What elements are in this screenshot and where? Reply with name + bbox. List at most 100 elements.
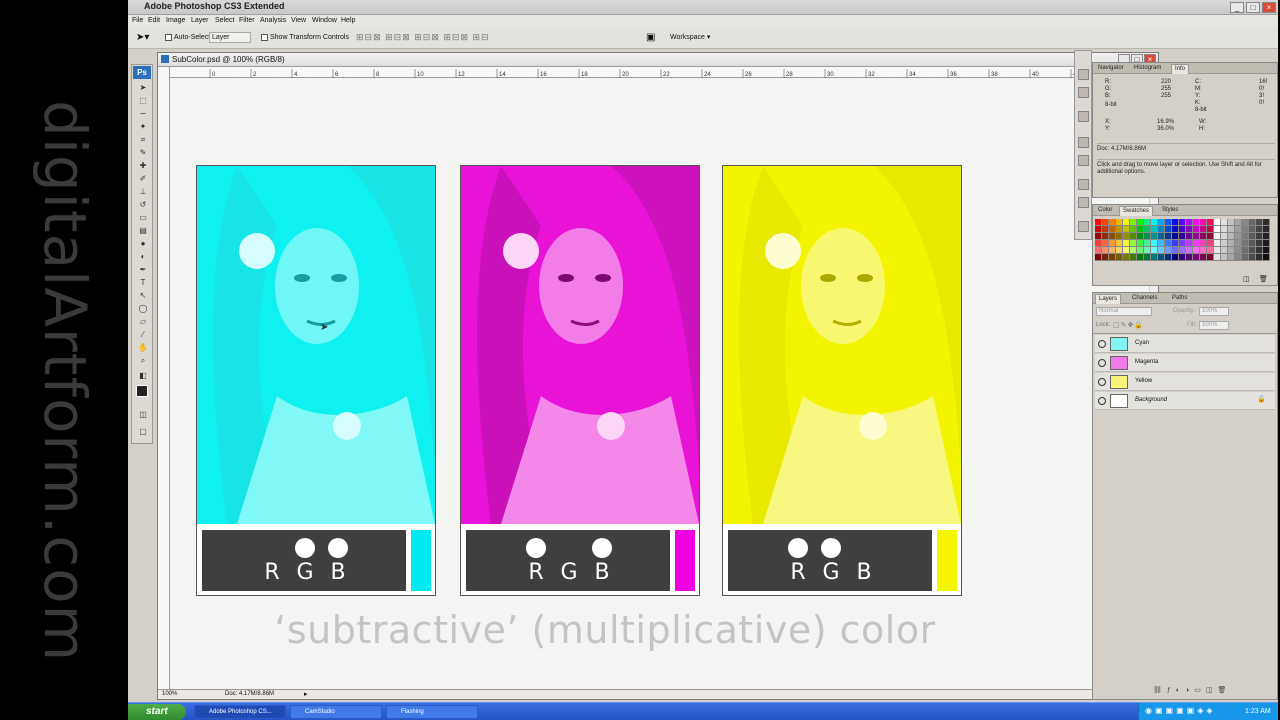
color-swatch[interactable] xyxy=(1109,247,1116,254)
color-swatch[interactable] xyxy=(1214,240,1221,247)
menu-edit[interactable]: Edit xyxy=(148,17,160,24)
color-swatch[interactable] xyxy=(1228,240,1235,247)
fill-field[interactable]: 100% xyxy=(1199,321,1229,330)
color-swatch[interactable] xyxy=(1102,254,1109,261)
color-swatch[interactable] xyxy=(1165,240,1172,247)
color-swatch[interactable] xyxy=(1200,233,1207,240)
visibility-eye-icon[interactable] xyxy=(1098,397,1106,405)
visibility-eye-icon[interactable] xyxy=(1098,359,1106,367)
color-swatch[interactable] xyxy=(1144,240,1151,247)
color-swatch[interactable] xyxy=(1151,219,1158,226)
color-swatch[interactable] xyxy=(1228,219,1235,226)
tray-icons[interactable]: ◉▣▣▣▣◈◈ xyxy=(1145,706,1216,715)
eyedropper-tool-icon[interactable]: ⁄ xyxy=(136,330,150,340)
hand-tool-icon[interactable]: ✋ xyxy=(136,343,150,353)
color-swatch[interactable] xyxy=(1256,240,1263,247)
visibility-eye-icon[interactable] xyxy=(1098,378,1106,386)
color-swatch[interactable] xyxy=(1221,233,1228,240)
color-swatch[interactable] xyxy=(1249,233,1256,240)
lasso-tool-icon[interactable]: ∽ xyxy=(136,109,150,119)
color-swatch[interactable] xyxy=(1165,226,1172,233)
color-swatch[interactable] xyxy=(1214,247,1221,254)
color-swatch[interactable] xyxy=(1179,247,1186,254)
color-swatch[interactable] xyxy=(1193,219,1200,226)
color-swatch[interactable] xyxy=(1256,247,1263,254)
menu-analysis[interactable]: Analysis xyxy=(260,17,286,24)
crop-tool-icon[interactable]: ⌗ xyxy=(136,135,150,145)
color-swatch[interactable] xyxy=(1130,219,1137,226)
color-swatch[interactable] xyxy=(1249,226,1256,233)
color-swatch[interactable] xyxy=(1235,247,1242,254)
color-swatch[interactable] xyxy=(1263,233,1270,240)
tab-navigator[interactable]: Navigator xyxy=(1095,64,1127,74)
color-swatch[interactable] xyxy=(1221,219,1228,226)
color-swatch[interactable] xyxy=(1116,219,1123,226)
color-swatch[interactable] xyxy=(1214,219,1221,226)
move-tool-icon[interactable]: ➤ xyxy=(136,83,150,93)
color-swatch[interactable] xyxy=(1263,226,1270,233)
color-swatch[interactable] xyxy=(1242,240,1249,247)
color-swatch[interactable] xyxy=(1130,226,1137,233)
color-swatch[interactable] xyxy=(1200,247,1207,254)
screen-mode-icon[interactable]: ▢ xyxy=(136,427,150,437)
color-swatch[interactable] xyxy=(1137,254,1144,261)
color-swatch[interactable] xyxy=(1144,226,1151,233)
color-swatch[interactable] xyxy=(1095,254,1102,261)
color-swatch[interactable] xyxy=(1249,254,1256,261)
blend-mode-dropdown[interactable]: Normal xyxy=(1096,307,1152,316)
color-swatch[interactable] xyxy=(1151,226,1158,233)
color-swatch[interactable] xyxy=(1263,240,1270,247)
color-swatch[interactable] xyxy=(1123,254,1130,261)
color-swatch[interactable] xyxy=(1116,226,1123,233)
brushes-panel-icon[interactable] xyxy=(1078,137,1089,148)
color-swatch[interactable] xyxy=(1116,254,1123,261)
color-swatch[interactable] xyxy=(1123,226,1130,233)
color-swatch[interactable] xyxy=(1256,219,1263,226)
path-selection-icon[interactable]: ↖ xyxy=(136,291,150,301)
color-swatch[interactable] xyxy=(1235,254,1242,261)
tab-channels[interactable]: Channels xyxy=(1129,294,1160,304)
auto-select-dropdown[interactable]: Layer xyxy=(209,32,251,43)
color-swatch[interactable] xyxy=(1102,240,1109,247)
color-swatch[interactable] xyxy=(1130,240,1137,247)
healing-brush-icon[interactable]: ✚ xyxy=(136,161,150,171)
visibility-eye-icon[interactable] xyxy=(1098,340,1106,348)
color-swatch[interactable] xyxy=(1172,247,1179,254)
notes-tool-icon[interactable]: ▱ xyxy=(136,317,150,327)
paragraph-panel-icon[interactable] xyxy=(1078,197,1089,208)
minimize-button[interactable]: _ xyxy=(1230,2,1244,13)
blur-tool-icon[interactable]: ● xyxy=(136,239,150,249)
color-swatch[interactable] xyxy=(1095,233,1102,240)
color-swatch[interactable] xyxy=(1263,254,1270,261)
eraser-tool-icon[interactable]: ▭ xyxy=(136,213,150,223)
color-swatch[interactable] xyxy=(1242,254,1249,261)
color-swatch[interactable] xyxy=(1200,240,1207,247)
color-swatch[interactable] xyxy=(1186,219,1193,226)
color-swatch[interactable] xyxy=(1207,219,1214,226)
tab-histogram[interactable]: Histogram xyxy=(1131,64,1164,74)
color-swatch[interactable] xyxy=(1144,247,1151,254)
task-flashing[interactable]: Flashing xyxy=(386,705,478,719)
color-swatch[interactable] xyxy=(1137,226,1144,233)
color-swatch[interactable] xyxy=(1144,254,1151,261)
color-swatch[interactable] xyxy=(1144,233,1151,240)
color-swatch[interactable] xyxy=(1186,247,1193,254)
task-camstudio[interactable]: CamStudio xyxy=(290,705,382,719)
color-swatch[interactable] xyxy=(1137,233,1144,240)
color-swatch[interactable] xyxy=(1214,233,1221,240)
color-swatch[interactable] xyxy=(1186,226,1193,233)
color-swatch[interactable] xyxy=(1109,219,1116,226)
color-swatch[interactable] xyxy=(1256,254,1263,261)
bridge-icon[interactable]: ▣ xyxy=(646,32,655,43)
color-swatch[interactable] xyxy=(1207,233,1214,240)
color-swatch[interactable] xyxy=(1172,254,1179,261)
task-photoshop[interactable]: Adobe Photoshop CS... xyxy=(194,705,286,719)
color-swatch[interactable] xyxy=(1116,240,1123,247)
color-swatch[interactable] xyxy=(1235,219,1242,226)
color-swatch[interactable] xyxy=(1228,233,1235,240)
color-swatch[interactable] xyxy=(1186,254,1193,261)
menu-help[interactable]: Help xyxy=(341,17,355,24)
menu-image[interactable]: Image xyxy=(166,17,185,24)
color-swatch[interactable] xyxy=(1221,240,1228,247)
zoom-tool-icon[interactable]: ⌕ xyxy=(136,356,150,366)
